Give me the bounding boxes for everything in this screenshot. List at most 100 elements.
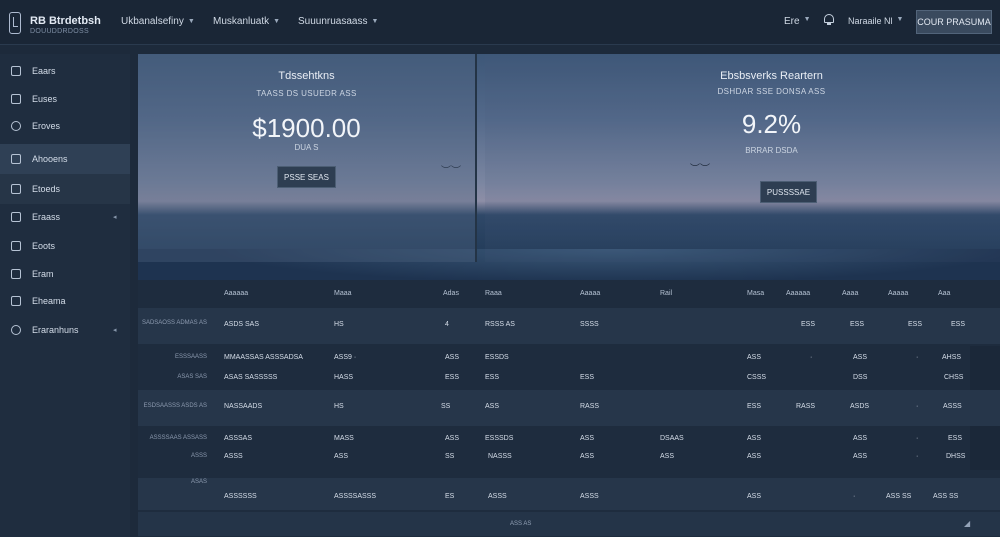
table-cell: 4 — [445, 321, 449, 328]
sidebar-item[interactable]: Eheama — [0, 287, 130, 315]
sidebar-item-label: Euses — [32, 94, 58, 104]
sidebar-item[interactable]: Euses — [0, 85, 130, 113]
table-cell: ASSSAS — [224, 435, 253, 442]
table-cell: MASS — [334, 435, 354, 442]
row-group-label: ASAS — [190, 479, 207, 485]
card-action-button[interactable]: PUSSSSAE — [760, 181, 817, 203]
table-cell: NASSAADS — [224, 403, 263, 410]
table-cell: ASS — [747, 453, 762, 460]
folder-icon — [11, 94, 21, 104]
table-cell: RSSS AS — [485, 321, 515, 328]
sidebar-item[interactable]: Etoeds — [0, 174, 130, 204]
sidebar-item-label: Eroves — [32, 121, 61, 131]
table-cell: CHSS — [944, 374, 964, 381]
column-header[interactable]: Aaaa — [842, 290, 858, 297]
sidebar-item[interactable]: Eram — [0, 260, 130, 288]
table-cell: ASS SS — [933, 493, 959, 500]
table-cell: ASS — [853, 354, 868, 361]
wallet-icon — [11, 241, 21, 251]
table-cell: ESS — [951, 321, 966, 328]
column-header[interactable]: Maaa — [334, 290, 352, 297]
nav-menu-2[interactable]: Muskanluatk ▼ — [213, 16, 280, 27]
return-value: 9.2% — [741, 109, 802, 139]
sidebar-item[interactable]: Eaars — [0, 57, 130, 85]
sidebar-item[interactable]: Eoots — [0, 232, 130, 260]
row-group-label: ESDSAASSS ASDS AS — [143, 403, 207, 409]
table-cell: ASSSSSS — [224, 493, 257, 500]
table-row[interactable]: ESDSAASSS ASDS AS NASSAADS HS SS ASS RAS… — [138, 390, 1000, 426]
card-subtitle: DSHDAR SSE DONSA ASS — [717, 87, 826, 96]
table-row[interactable]: ASSSSAAS ASSASS ASSSAS MASS ASS ESSSDS A… — [138, 430, 1000, 448]
table-cell: ASS — [334, 453, 349, 460]
language-selector[interactable]: Ere ▼ — [784, 16, 811, 27]
scrollbar-track[interactable] — [970, 346, 1000, 390]
column-header[interactable]: Aaa — [938, 290, 950, 297]
table-cell: SSSS — [580, 321, 599, 328]
sidebar-item-active[interactable]: Ahooens — [0, 144, 130, 174]
nav-menu-1[interactable]: Ukbanalsefiny ▼ — [121, 16, 195, 27]
notification-bell-icon[interactable] — [823, 13, 835, 26]
table-cell: ASS — [445, 354, 460, 361]
table-cell: ASS — [485, 403, 500, 410]
balance-amount: $1900.00 — [252, 113, 361, 143]
table-row[interactable]: ASSS ASSS ASS SS NASSS ASS ASS ASS ASS ·… — [138, 448, 1000, 470]
table-cell: ESS — [580, 374, 595, 381]
table-cell: ASSS — [943, 403, 962, 410]
card-title: Ebsbsverks Reartern — [720, 70, 823, 82]
scrollbar-track[interactable] — [970, 426, 1000, 470]
table-row[interactable]: ASAS SAS ASAS SASSSSS HASS ESS ESS ESS C… — [138, 368, 1000, 390]
cta-button[interactable]: COUR PRASUMA — [916, 10, 992, 34]
card-subtitle: TAASS DS USUEDR ASS — [256, 89, 357, 98]
grid-icon — [11, 66, 21, 76]
table-cell: ASS — [747, 354, 762, 361]
table-cell: ASSSSASSS — [334, 493, 377, 500]
sidebar-item[interactable]: Eraass ◂ — [0, 203, 130, 231]
data-table: Aaaaaa Maaa Adas Raaa Aaaaa Rail Masa Aa… — [138, 280, 1000, 537]
row-group-label: ESSSAASS — [174, 354, 207, 360]
account-menu[interactable]: Naraaile Nl ▼ — [848, 16, 903, 26]
table-cell: · — [916, 435, 919, 442]
table-cell: AHSS — [942, 354, 962, 361]
row-group-label: ASAS SAS — [177, 374, 207, 380]
table-row[interactable]: SADSAOSS ADMAS AS ASDS SAS HS 4 RSSS AS … — [138, 308, 1000, 344]
table-footer: ASS AS ◢ — [138, 512, 1000, 536]
card-action-button[interactable]: PSSE SEAS — [277, 166, 336, 188]
table-cell: HS — [334, 403, 344, 410]
sidebar-item[interactable]: Eroves — [0, 112, 130, 140]
table-cell: ASS — [580, 453, 595, 460]
nav-menu-3[interactable]: Suuunruasaass ▼ — [298, 16, 378, 27]
table-cell: ESS — [445, 374, 460, 381]
pagination-label[interactable]: ASS AS — [510, 521, 531, 527]
sidebar-item-label: Etoeds — [32, 184, 61, 194]
return-card: Ebsbsverks Reartern DSHDAR SSE DONSA ASS… — [485, 54, 1000, 262]
table-cell: RASS — [796, 403, 816, 410]
table-row[interactable]: ESSSAASS MMAASSAS ASSSADSA ASS9 · ASS ES… — [138, 348, 1000, 368]
column-header[interactable]: Aaaaa — [580, 290, 600, 297]
table-cell: ESS — [801, 321, 816, 328]
column-header[interactable]: Raaa — [485, 290, 502, 297]
sidebar-item-label: Ahooens — [32, 154, 68, 164]
resize-handle-icon[interactable]: ◢ — [964, 519, 970, 528]
table-cell: SS — [445, 453, 455, 460]
table-cell: ASS — [747, 493, 762, 500]
column-header[interactable]: Aaaaaa — [786, 290, 810, 297]
logo-icon[interactable] — [9, 12, 21, 34]
table-cell: CSSS — [747, 374, 767, 381]
table-cell: ESS — [908, 321, 923, 328]
column-header[interactable]: Aaaaaa — [224, 290, 248, 297]
column-header[interactable]: Masa — [747, 290, 764, 297]
column-header[interactable]: Rail — [660, 290, 672, 297]
table-cell: ASS — [853, 453, 868, 460]
table-cell: ASS — [660, 453, 675, 460]
transfer-icon — [11, 212, 21, 222]
hero-banner: ︶︶ ︶︶ Tdssehtkns TAASS DS USUEDR ASS $19… — [138, 54, 1000, 284]
table-row[interactable]: ASAS ASSSSSS ASSSSASSS ES ASSS ASSS ASS … — [138, 478, 1000, 510]
expand-icon: ◂ — [113, 327, 117, 334]
column-header[interactable]: Aaaaa — [888, 290, 908, 297]
sidebar-item[interactable]: Eraranhuns ◂ — [0, 316, 130, 344]
settings-icon — [11, 325, 21, 335]
balance-card: Tdssehtkns TAASS DS USUEDR ASS $1900.00 … — [138, 54, 477, 262]
column-header[interactable]: Adas — [443, 290, 459, 297]
history-icon — [11, 184, 21, 194]
brand-name[interactable]: RB Btrdetbsh — [30, 15, 101, 27]
